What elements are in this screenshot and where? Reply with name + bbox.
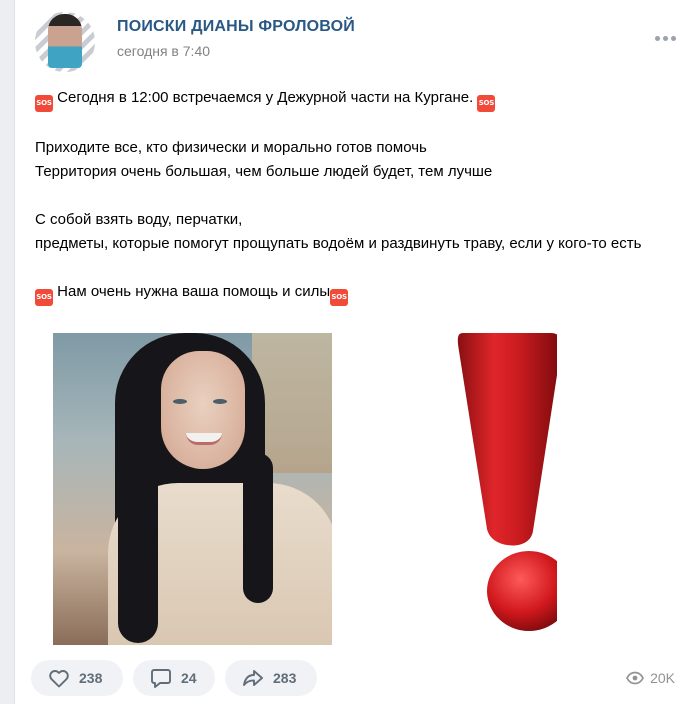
post-text: SOS Сегодня в 12:00 встречаемся у Дежурн… [35, 86, 675, 306]
post-line-6: SOS Нам очень нужна ваша помощь и силыSO… [35, 280, 675, 306]
share-button[interactable]: 283 [225, 660, 317, 696]
post-actions-bar: 238 24 283 20K [31, 660, 700, 696]
like-count: 238 [79, 670, 103, 686]
exclamation-mark-image[interactable] [447, 333, 557, 645]
post-line-5: предметы, которые помогут прощупать водо… [35, 235, 642, 252]
comment-icon [151, 669, 171, 688]
wall-post: ПОИСКИ ДИАНЫ ФРОЛОВОЙ сегодня в 7:40 SOS… [14, 0, 700, 704]
group-avatar[interactable] [35, 12, 95, 72]
sos-emoji-icon: SOS [35, 95, 53, 112]
post-line-1: SOS Сегодня в 12:00 встречаемся у Дежурн… [35, 86, 675, 112]
sos-emoji-icon: SOS [477, 95, 496, 112]
share-count: 283 [273, 670, 297, 686]
like-button[interactable]: 238 [31, 660, 123, 696]
more-dots-icon [655, 35, 660, 41]
share-arrow-icon [243, 670, 263, 686]
missing-person-photo[interactable] [53, 333, 332, 645]
comment-count: 24 [181, 670, 197, 686]
heart-icon [49, 670, 69, 688]
more-options-button[interactable] [655, 31, 676, 45]
sos-emoji-icon: SOS [330, 289, 349, 306]
comment-button[interactable]: 24 [133, 660, 215, 696]
post-timestamp[interactable]: сегодня в 7:40 [117, 43, 210, 59]
group-name-link[interactable]: ПОИСКИ ДИАНЫ ФРОЛОВОЙ [117, 18, 355, 36]
post-line-2: Приходите все, кто физически и морально … [35, 139, 427, 156]
avatar-photo [48, 14, 82, 68]
views-count: 20K [650, 670, 675, 686]
post-line-4: С собой взять воду, перчатки, [35, 211, 243, 228]
views-counter: 20K [626, 660, 675, 696]
eye-icon [626, 671, 645, 685]
sos-emoji-icon: SOS [35, 289, 53, 306]
post-line-3: Территория очень большая, чем больше люд… [35, 163, 493, 180]
